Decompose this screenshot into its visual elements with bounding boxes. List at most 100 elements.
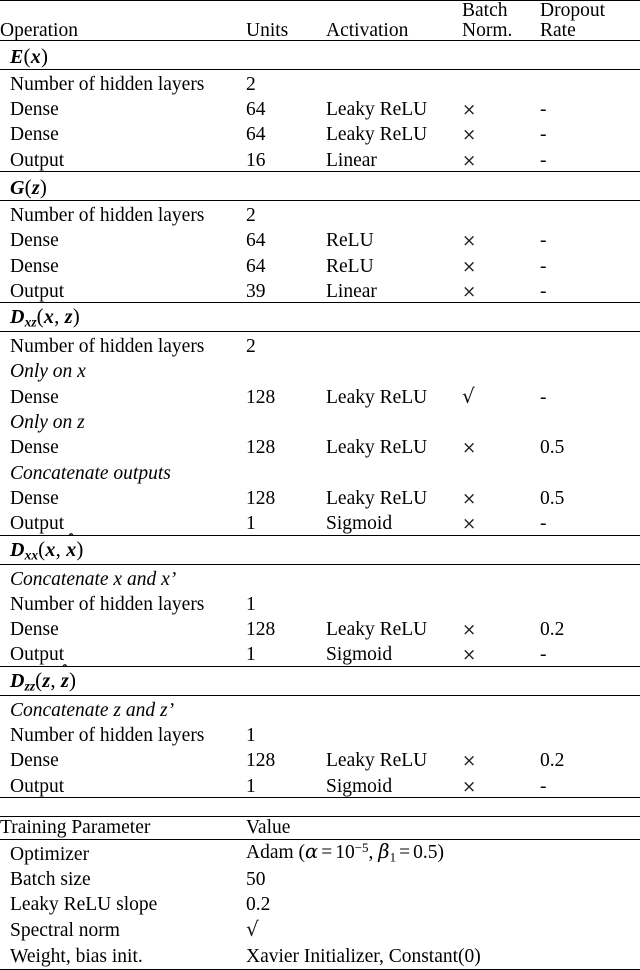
section-title: G(z): [0, 172, 640, 201]
section-title: Dxx(x, ˆ x): [0, 529, 640, 564]
cell-activation: Leaky ReLU: [326, 437, 428, 459]
cell-parameter-value: √: [246, 917, 640, 943]
column-header-units: Units: [246, 1, 326, 41]
optimizer-formula: Adam (α = 10−5, β1 = 0.5): [246, 840, 444, 865]
cell-batch-norm: [462, 721, 540, 746]
column-header-activation-line1: Activation: [326, 19, 409, 41]
cell-batch-norm: √: [462, 383, 540, 408]
cell-operation: Dense: [10, 386, 59, 408]
cell-operation: Dense: [10, 230, 59, 252]
note-row: Only on z: [0, 408, 640, 433]
cell-units: 2: [246, 336, 256, 358]
training-parameter-row: Weight, bias init. Xavier Initializer, Co…: [0, 943, 640, 969]
cell-dropout-rate: 0.5: [540, 487, 565, 509]
cross-icon: ×: [462, 231, 477, 252]
cell-operation: Number of hidden layers: [10, 593, 205, 615]
cell-activation: ReLU: [326, 230, 374, 252]
cross-icon: ×: [462, 100, 477, 121]
cell-batch-norm: ×: [462, 509, 540, 535]
cell-dropout-rate: -: [540, 386, 547, 408]
table-row: Dense 64 Leaky ReLU × -: [0, 121, 640, 146]
cell-operation: Output: [10, 644, 65, 666]
cell-units: 1: [246, 775, 256, 797]
note-row: Concatenate x and x’: [0, 564, 640, 590]
table-page: Operation Units Activation Batch Norm. D…: [0, 0, 640, 969]
cell-activation: [326, 70, 462, 96]
cell-units: 2: [246, 73, 256, 95]
note-row: Only on x: [0, 358, 640, 383]
cross-icon: ×: [462, 751, 477, 772]
section-title: Dxz(x, z): [0, 303, 640, 332]
cell-activation: Leaky ReLU: [326, 386, 428, 408]
radical-icon: √: [462, 383, 475, 408]
cross-icon: ×: [462, 620, 477, 641]
cell-parameter-name: Batch size: [10, 868, 91, 890]
table-row: Dense 128 Leaky ReLU × 0.5: [0, 484, 640, 509]
table-row: Number of hidden layers 1: [0, 590, 640, 615]
training-parameter-row: Spectral norm √: [0, 917, 640, 943]
section-header-row: G(z): [0, 172, 640, 201]
cell-batch-norm: ×: [462, 226, 540, 251]
training-parameter-row: Batch size 50: [0, 867, 640, 892]
cell-activation: [326, 201, 462, 227]
cell-units: 128: [246, 750, 276, 772]
cell-batch-norm: ×: [462, 121, 540, 146]
cell-batch-norm: ×: [462, 641, 540, 667]
cell-batch-norm: ×: [462, 434, 540, 459]
cell-parameter-name: Weight, bias init.: [10, 945, 143, 967]
cell-dropout-rate: -: [540, 775, 547, 797]
column-header-dropout-rate-line1: Dropout: [540, 0, 605, 21]
note-text: Concatenate x and x’: [10, 568, 177, 590]
column-header-operation: Operation: [0, 1, 246, 41]
cell-batch-norm: ×: [462, 484, 540, 509]
cell-parameter-name: Spectral norm: [10, 920, 120, 942]
table-row: Dense 64 ReLU × -: [0, 252, 640, 277]
table-row: Dense 128 Leaky ReLU × 0.5: [0, 434, 640, 459]
cell-parameter-name: Optimizer: [10, 843, 90, 865]
note-row: Concatenate outputs: [0, 459, 640, 484]
cell-units: 128: [246, 487, 276, 509]
column-header-value: Value: [246, 817, 291, 839]
cell-dropout-rate: -: [540, 230, 547, 252]
cell-operation: Number of hidden layers: [10, 336, 205, 358]
table-row: Number of hidden layers 2: [0, 70, 640, 96]
cell-dropout-rate: -: [540, 149, 547, 171]
cell-operation: Output: [10, 149, 65, 171]
table-row: Dense 64 Leaky ReLU × -: [0, 95, 640, 120]
training-parameter-row: Leaky ReLU slope 0.2: [0, 892, 640, 917]
table-row: Dense 128 Leaky ReLU × 0.2: [0, 615, 640, 640]
section-header-row: Dxz(x, z): [0, 303, 640, 332]
cell-units: 39: [246, 280, 266, 302]
cross-icon: ×: [462, 256, 477, 277]
architecture-table: Operation Units Activation Batch Norm. D…: [0, 0, 640, 798]
cell-operation: Number of hidden layers: [10, 725, 205, 747]
cell-parameter-value: 0.2: [246, 894, 271, 916]
section-title-math: G(z): [10, 174, 48, 199]
section-title-math: Dxx(x, ˆ x): [10, 529, 84, 563]
cell-dropout-rate: [540, 721, 640, 746]
cell-activation: [326, 721, 462, 746]
table-row: Dense 128 Leaky ReLU × 0.2: [0, 747, 640, 772]
table-row: Number of hidden layers 1: [0, 721, 640, 746]
section-title-math: Dxz(x, z): [10, 304, 80, 330]
cell-dropout-rate: 0.2: [540, 750, 565, 772]
cell-units: 2: [246, 204, 256, 226]
cell-activation: Leaky ReLU: [326, 124, 428, 146]
table-row: Output 39 Linear × -: [0, 277, 640, 303]
cell-batch-norm: ×: [462, 95, 540, 120]
column-header-batch-norm: Batch Norm.: [462, 1, 540, 41]
cross-icon: ×: [462, 514, 477, 535]
cell-activation: Sigmoid: [326, 644, 393, 666]
cell-operation: Dense: [10, 619, 59, 641]
cell-dropout-rate: -: [540, 280, 547, 302]
cell-units: 128: [246, 386, 276, 408]
cell-units: 128: [246, 437, 276, 459]
training-header-row: Training Parameter Value: [0, 816, 640, 840]
cell-units: 128: [246, 619, 276, 641]
table-row: Output 1 Sigmoid × -: [0, 772, 640, 798]
column-header-batch-norm-line1: Batch: [462, 0, 508, 21]
note-text: Concatenate outputs: [10, 462, 171, 484]
cell-units: 1: [246, 725, 256, 747]
cell-dropout-rate: -: [540, 644, 547, 666]
cell-batch-norm: ×: [462, 772, 540, 798]
